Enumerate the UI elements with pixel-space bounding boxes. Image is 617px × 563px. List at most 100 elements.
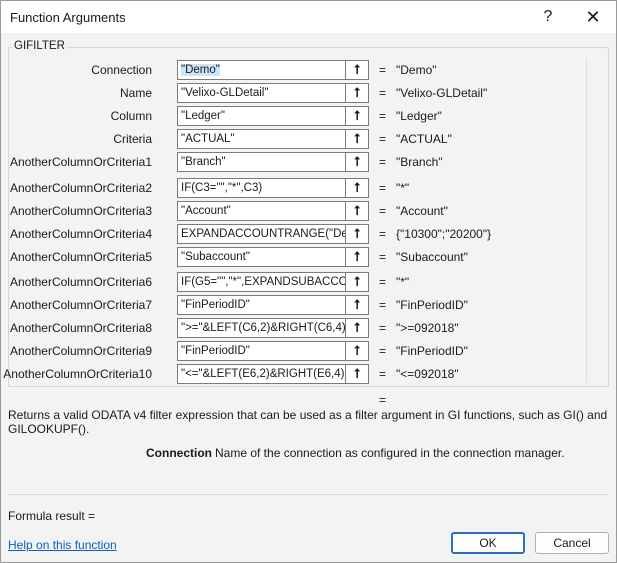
argument-row: Connection "Demo" ⭡ = "Demo" [1,60,601,80]
argument-label: Criteria [113,132,152,146]
collapse-arrow-icon: ⭡ [353,154,361,169]
collapse-arrow-icon: ⭡ [353,320,361,335]
collapse-dialog-button[interactable]: ⭡ [345,152,369,172]
collapse-arrow-icon: ⭡ [353,297,361,312]
equals-sign: = [379,63,387,77]
argument-input[interactable]: IF(G5="","*",EXPANDSUBACCOU [177,272,350,292]
argument-result: "*" [396,181,410,195]
argument-help-text: Name of the connection as configured in … [215,446,565,460]
argument-label: AnotherColumnOrCriteria5 [9,250,152,264]
argument-input[interactable]: "Ledger" [177,106,350,126]
equals-sign: = [379,181,387,195]
argument-input[interactable]: "Subaccount" [177,247,350,267]
collapse-dialog-button[interactable]: ⭡ [345,201,369,221]
equals-sign: = [379,227,387,241]
collapse-dialog-button[interactable]: ⭡ [345,60,369,80]
collapse-dialog-button[interactable]: ⭡ [345,272,369,292]
equals-sign: = [379,298,387,312]
equals-sign: = [379,344,387,358]
collapse-arrow-icon: ⭡ [353,108,361,123]
function-name: GIFILTER [12,40,67,52]
argument-input[interactable]: "Velixo-GLDetail" [177,83,350,103]
collapse-dialog-button[interactable]: ⭡ [345,295,369,315]
argument-label: Column [110,109,152,123]
argument-result: "FinPeriodID" [396,344,468,358]
help-icon[interactable]: ? [526,1,570,33]
argument-label: AnotherColumnOrCriteria4 [9,227,152,241]
argument-result: "Demo" [396,63,437,77]
argument-result: "ACTUAL" [396,132,452,146]
argument-row: AnotherColumnOrCriteria10 "<="&LEFT(E6,2)… [1,364,601,384]
collapse-dialog-button[interactable]: ⭡ [345,106,369,126]
argument-input[interactable]: ">="&LEFT(C6,2)&RIGHT(C6,4) [177,318,350,338]
collapse-arrow-icon: ⭡ [353,249,361,264]
collapse-dialog-button[interactable]: ⭡ [345,247,369,267]
argument-input[interactable]: "<="&LEFT(E6,2)&RIGHT(E6,4) [177,364,350,384]
argument-label: AnotherColumnOrCriteria9 [9,344,152,358]
argument-input[interactable]: "FinPeriodID" [177,341,350,361]
argument-row: AnotherColumnOrCriteria5 "Subaccount" ⭡ = "S… [1,247,601,267]
collapse-dialog-button[interactable]: ⭡ [345,224,369,244]
argument-result: "*" [396,275,410,289]
argument-label: AnotherColumnOrCriteria10 [3,367,152,381]
argument-input[interactable]: "Demo" [177,60,350,80]
collapse-arrow-icon: ⭡ [353,203,361,218]
collapse-dialog-button[interactable]: ⭡ [345,318,369,338]
equals-sign: = [379,367,387,381]
argument-input[interactable]: "Account" [177,201,350,221]
argument-row: AnotherColumnOrCriteria3 "Account" ⭡ = "Acco… [1,201,601,221]
cancel-button[interactable]: Cancel [535,532,609,554]
argument-result: "Subaccount" [396,250,468,264]
function-arguments-dialog: Function Arguments ? ✕ GIFILTER Connecti… [0,0,617,563]
collapse-dialog-button[interactable]: ⭡ [345,178,369,198]
argument-row: AnotherColumnOrCriteria4 EXPANDACCOUNTRAN… [1,224,601,244]
equals-sign: = [379,155,387,169]
argument-input[interactable]: EXPANDACCOUNTRANGE("Demo [177,224,350,244]
argument-input[interactable]: "Branch" [177,152,350,172]
argument-label: AnotherColumnOrCriteria6 [9,275,152,289]
function-description: Returns a valid ODATA v4 filter expressi… [8,408,608,436]
argument-row: Name "Velixo-GLDetail" ⭡ = "Velixo-GLDetail" [1,83,601,103]
dialog-title: Function Arguments [10,10,126,25]
argument-label: Connection [91,63,152,77]
equals-sign: = [379,109,387,123]
help-on-function-link[interactable]: Help on this function [8,538,117,552]
argument-result: "Branch" [396,155,443,169]
collapse-dialog-button[interactable]: ⭡ [345,364,369,384]
argument-result: "<=092018" [396,367,459,381]
argument-row: AnotherColumnOrCriteria9 "FinPeriodID" ⭡ = "… [1,341,601,361]
equals-sign: = [379,321,387,335]
equals-sign: = [379,132,387,146]
argument-result: "Velixo-GLDetail" [396,86,488,100]
argument-label: AnotherColumnOrCriteria8 [9,321,152,335]
argument-label: AnotherColumnOrCriteria2 [9,181,152,195]
argument-row: Column "Ledger" ⭡ = "Ledger" [1,106,601,126]
argument-input[interactable]: "FinPeriodID" [177,295,350,315]
argument-help-name: Connection [146,446,212,460]
collapse-arrow-icon: ⭡ [353,62,361,77]
argument-result: "Ledger" [396,109,442,123]
ok-button[interactable]: OK [451,532,525,554]
formula-result-label: Formula result = [8,509,96,523]
argument-row: AnotherColumnOrCriteria1 "Branch" ⭡ = "Branc… [1,152,601,172]
equals-sign: = [379,204,387,218]
collapse-dialog-button[interactable]: ⭡ [345,129,369,149]
argument-input[interactable]: "ACTUAL" [177,129,350,149]
collapse-arrow-icon: ⭡ [353,343,361,358]
collapse-arrow-icon: ⭡ [353,131,361,146]
vertical-scrollbar[interactable] [586,58,587,383]
argument-result: {"10300";"20200"} [396,227,492,241]
argument-label: AnotherColumnOrCriteria7 [9,298,152,312]
function-result-equals: = [379,393,387,407]
argument-label: Name [119,86,152,100]
argument-result: "Account" [396,204,448,218]
argument-row: AnotherColumnOrCriteria6 IF(G5="","*",EXP… [1,272,601,292]
collapse-dialog-button[interactable]: ⭡ [345,83,369,103]
equals-sign: = [379,250,387,264]
collapse-dialog-button[interactable]: ⭡ [345,341,369,361]
divider [8,494,608,495]
collapse-arrow-icon: ⭡ [353,180,361,195]
argument-input[interactable]: IF(C3="","*",C3) [177,178,350,198]
equals-sign: = [379,275,387,289]
close-icon[interactable]: ✕ [571,1,615,33]
